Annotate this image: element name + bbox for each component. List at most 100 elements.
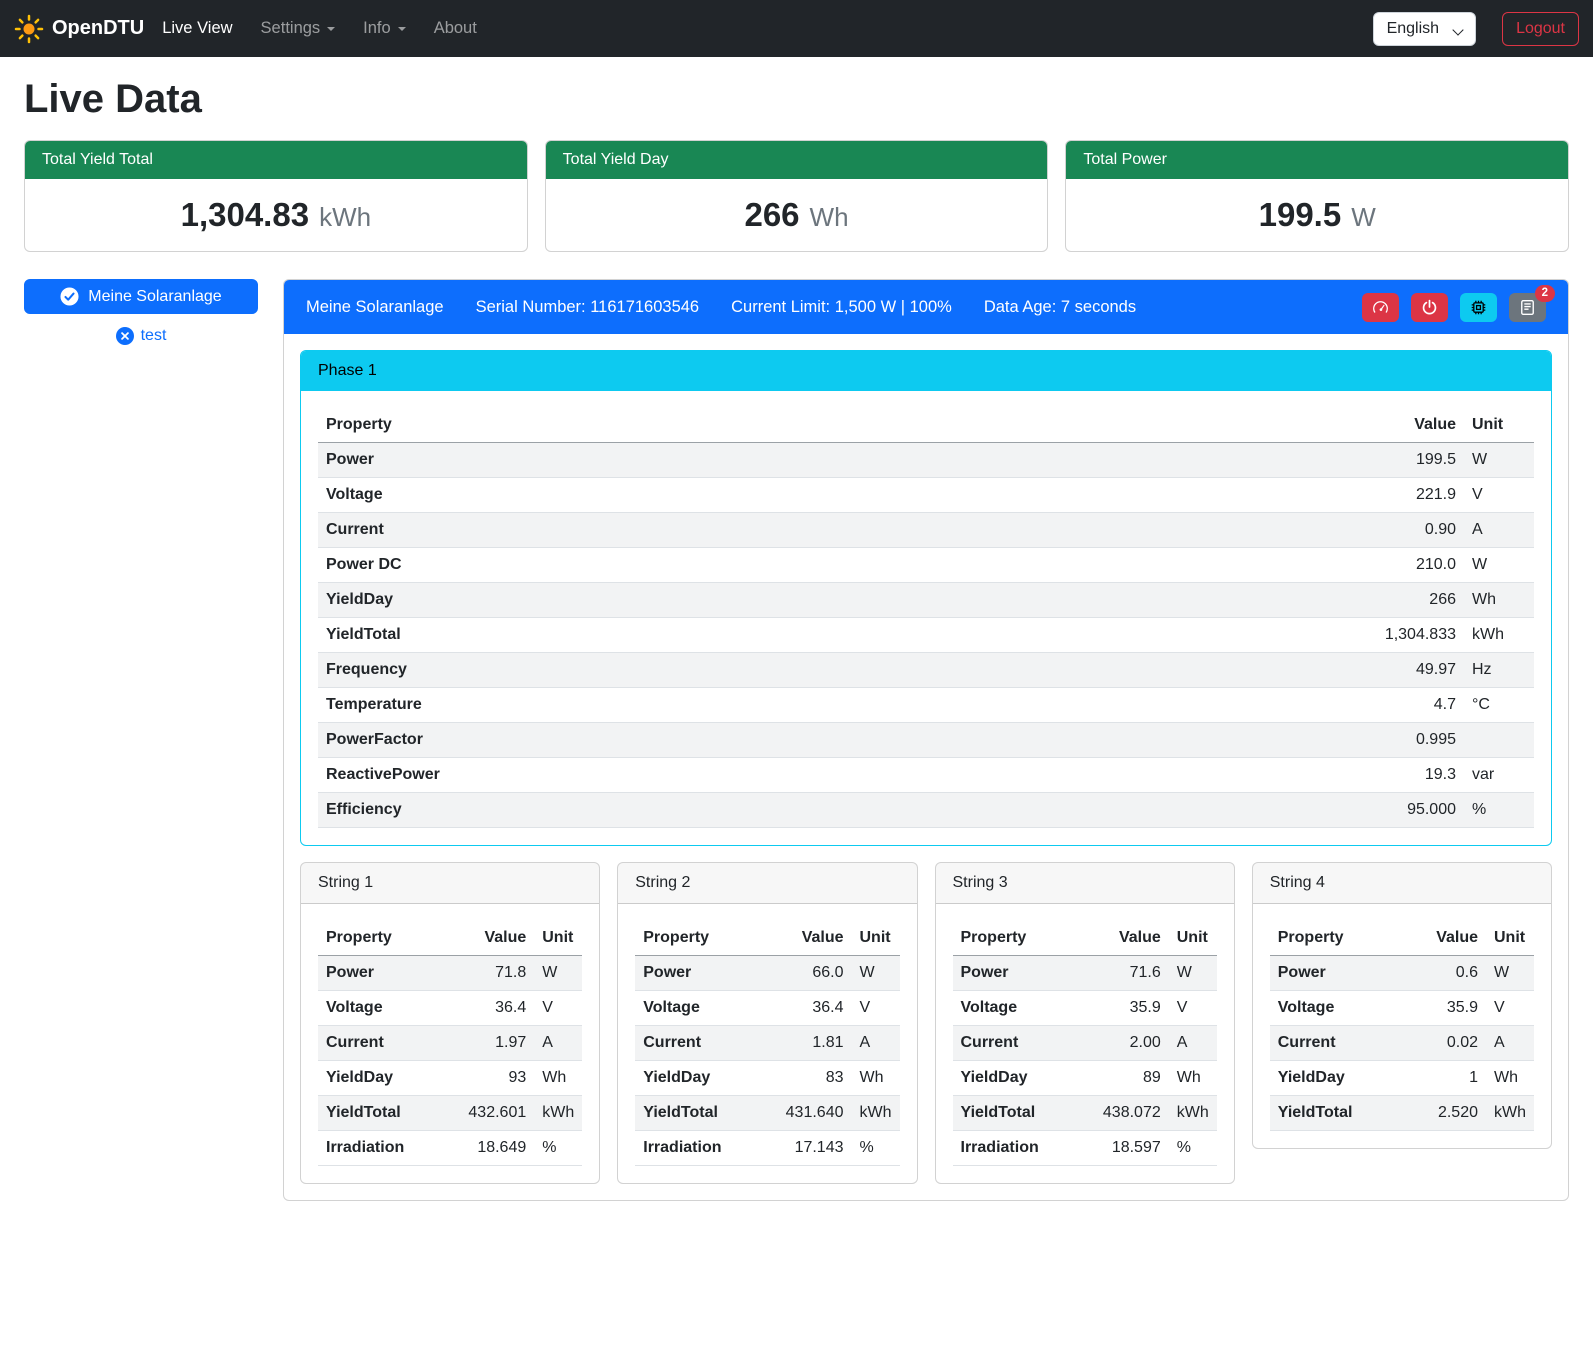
table-header-row: Property Value Unit — [953, 921, 1217, 956]
unit-cell: °C — [1464, 688, 1534, 723]
header-property: Property — [953, 921, 1083, 956]
sun-icon — [14, 14, 44, 44]
table-header-row: Property Value Unit — [318, 921, 582, 956]
inverter-select-button[interactable]: Meine Solaranlage — [24, 279, 258, 314]
value-cell: 2.520 — [1400, 1096, 1486, 1131]
string-title: String 4 — [1253, 863, 1551, 904]
table-row: YieldDay93Wh — [318, 1061, 582, 1096]
property-cell: Voltage — [953, 991, 1083, 1026]
power-toggle-button[interactable] — [1411, 293, 1448, 322]
value-cell: 210.0 — [1324, 548, 1464, 583]
summary-card-title: Total Yield Total — [25, 141, 527, 179]
table-row: Frequency49.97Hz — [318, 653, 1534, 688]
property-cell: Power DC — [318, 548, 1324, 583]
unit-cell: % — [1464, 793, 1534, 828]
chevron-down-icon — [398, 27, 406, 31]
summary-value: 1,304.83 — [181, 196, 309, 234]
nav-live-view-label: Live View — [162, 19, 232, 38]
event-log-button[interactable]: 2 — [1509, 293, 1546, 322]
summary-card-body: 266 Wh — [546, 179, 1048, 251]
value-cell: 89 — [1083, 1061, 1169, 1096]
nav-info[interactable]: Info — [363, 19, 406, 38]
power-icon — [1421, 299, 1438, 316]
header-unit: Unit — [534, 921, 582, 956]
page-title: Live Data — [24, 77, 1569, 122]
property-cell: Power — [953, 956, 1083, 991]
gauge-icon — [1372, 299, 1389, 316]
table-row: Current0.02A — [1270, 1026, 1534, 1061]
string-card-4: String 4 Property Value Unit — [1252, 862, 1552, 1149]
string-card-2: String 2 Property Value Unit — [617, 862, 917, 1184]
language-select[interactable]: English — [1373, 12, 1476, 46]
nav-settings[interactable]: Settings — [261, 19, 336, 38]
language-select-value: English — [1387, 20, 1439, 37]
journal-icon — [1519, 299, 1536, 316]
device-info-button[interactable] — [1460, 293, 1497, 322]
property-cell: YieldTotal — [318, 1096, 448, 1131]
inverter-name: Meine Solaranlage — [306, 298, 444, 317]
table-row: YieldDay83Wh — [635, 1061, 899, 1096]
chevron-down-icon — [327, 27, 335, 31]
property-cell: YieldTotal — [953, 1096, 1083, 1131]
unit-cell: kWh — [1486, 1096, 1534, 1131]
table-row: Power0.6W — [1270, 956, 1534, 991]
string-title: String 1 — [301, 863, 599, 904]
x-circle-icon[interactable] — [116, 327, 134, 345]
string-table: Property Value Unit Power66.0W Voltage36… — [635, 921, 899, 1166]
table-row: YieldDay266Wh — [318, 583, 1534, 618]
table-row: Temperature4.7°C — [318, 688, 1534, 723]
string-table: Property Value Unit Power71.8W Voltage36… — [318, 921, 582, 1166]
logout-button[interactable]: Logout — [1502, 12, 1579, 46]
table-row: Current0.90A — [318, 513, 1534, 548]
limit-settings-button[interactable] — [1362, 293, 1399, 322]
header-property: Property — [635, 921, 765, 956]
header-property: Property — [318, 408, 1324, 443]
property-cell: YieldTotal — [635, 1096, 765, 1131]
table-row: YieldTotal431.640kWh — [635, 1096, 899, 1131]
table-row: Power71.6W — [953, 956, 1217, 991]
nav-live-view[interactable]: Live View — [162, 19, 232, 38]
navbar-right: English Logout — [1373, 12, 1579, 46]
value-cell: 431.640 — [766, 1096, 852, 1131]
table-row: YieldDay1Wh — [1270, 1061, 1534, 1096]
header-value: Value — [1400, 921, 1486, 956]
value-cell: 221.9 — [1324, 478, 1464, 513]
value-cell: 1 — [1400, 1061, 1486, 1096]
filter-tag[interactable]: test — [24, 327, 258, 345]
property-cell: Power — [318, 956, 448, 991]
brand-link[interactable]: OpenDTU — [14, 14, 144, 44]
property-cell: YieldTotal — [1270, 1096, 1400, 1131]
table-row: Power66.0W — [635, 956, 899, 991]
string-title: String 3 — [936, 863, 1234, 904]
phase-card: Phase 1 Property Value Unit — [300, 350, 1552, 846]
summary-card-title: Total Power — [1066, 141, 1568, 179]
table-row: Power199.5W — [318, 443, 1534, 478]
property-cell: Voltage — [318, 478, 1324, 513]
strings-row: String 1 Property Value Unit — [300, 862, 1552, 1184]
property-cell: YieldDay — [318, 583, 1324, 618]
unit-cell: A — [1169, 1026, 1217, 1061]
value-cell: 1.97 — [448, 1026, 534, 1061]
unit-cell: kWh — [1169, 1096, 1217, 1131]
inverter-panel-header: Meine Solaranlage Serial Number: 1161716… — [284, 280, 1568, 334]
event-count-badge: 2 — [1535, 285, 1555, 303]
unit-cell: Wh — [1169, 1061, 1217, 1096]
check-circle-icon — [60, 287, 79, 306]
unit-cell — [1464, 723, 1534, 758]
property-cell: YieldDay — [1270, 1061, 1400, 1096]
inverter-panel: Meine Solaranlage Serial Number: 1161716… — [283, 279, 1569, 1201]
value-cell: 2.00 — [1083, 1026, 1169, 1061]
unit-cell: V — [534, 991, 582, 1026]
table-row: Voltage36.4V — [635, 991, 899, 1026]
value-cell: 36.4 — [766, 991, 852, 1026]
property-cell: Frequency — [318, 653, 1324, 688]
property-cell: YieldDay — [318, 1061, 448, 1096]
table-row: Power DC210.0W — [318, 548, 1534, 583]
property-cell: Efficiency — [318, 793, 1324, 828]
panel-actions: 2 — [1362, 293, 1546, 322]
nav-about[interactable]: About — [434, 19, 477, 38]
header-property: Property — [318, 921, 448, 956]
unit-cell: Wh — [1486, 1061, 1534, 1096]
property-cell: Irradiation — [635, 1131, 765, 1166]
table-header-row: Property Value Unit — [1270, 921, 1534, 956]
